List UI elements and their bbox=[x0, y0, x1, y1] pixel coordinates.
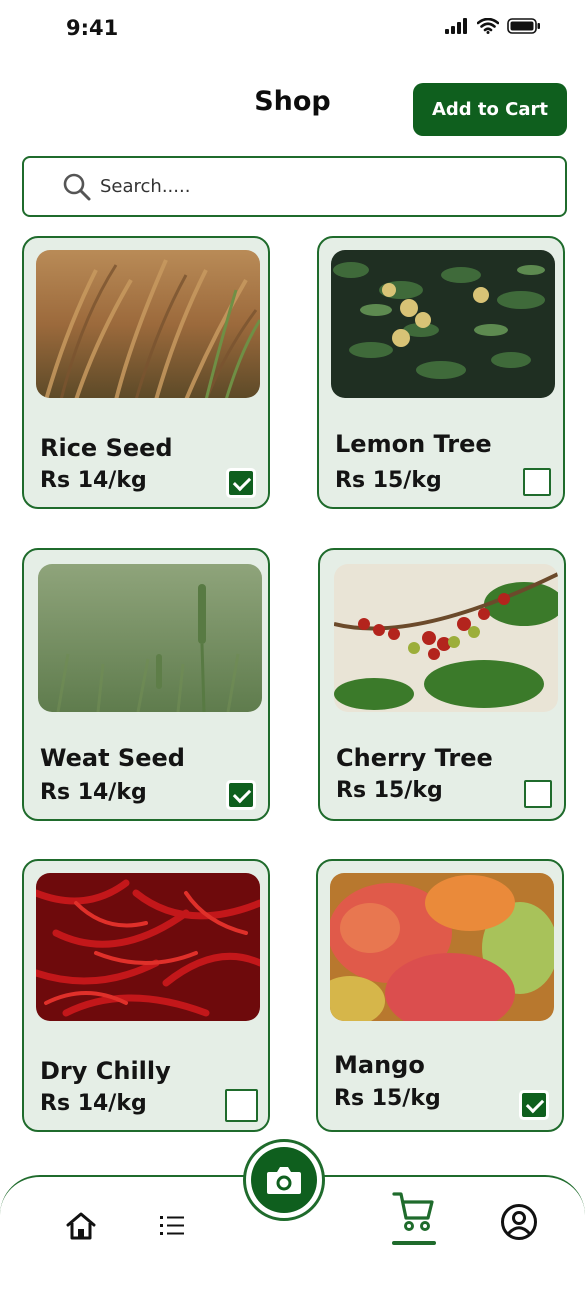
search-icon bbox=[63, 173, 91, 200]
product-select-checkbox[interactable] bbox=[225, 1089, 258, 1122]
product-price: Rs 15/kg bbox=[335, 468, 442, 493]
product-photo bbox=[36, 250, 260, 398]
product-select-checkbox[interactable] bbox=[229, 471, 253, 495]
product-card-weat-seed[interactable]: Weat Seed Rs 14/kg bbox=[22, 548, 270, 821]
product-price: Rs 14/kg bbox=[40, 468, 147, 493]
product-name: Weat Seed bbox=[40, 744, 185, 772]
product-name: Dry Chilly bbox=[40, 1057, 171, 1085]
list-icon bbox=[160, 1216, 184, 1235]
product-price: Rs 15/kg bbox=[334, 1086, 441, 1111]
status-bar: 9:41 bbox=[0, 0, 585, 58]
product-card-lemon-tree[interactable]: Lemon Tree Rs 15/kg bbox=[317, 236, 565, 509]
product-select-checkbox[interactable] bbox=[229, 783, 253, 807]
product-price: Rs 15/kg bbox=[336, 778, 443, 803]
nav-home[interactable] bbox=[63, 1208, 99, 1244]
product-select-checkbox[interactable] bbox=[523, 468, 551, 496]
product-photo bbox=[334, 564, 558, 712]
product-photo bbox=[38, 564, 262, 712]
search-input[interactable] bbox=[98, 175, 502, 198]
nav-list[interactable] bbox=[154, 1208, 190, 1244]
battery-icon bbox=[507, 18, 540, 34]
wifi-icon bbox=[477, 18, 499, 34]
signal-icon bbox=[445, 18, 467, 34]
product-price: Rs 14/kg bbox=[40, 1091, 147, 1116]
status-icons bbox=[445, 18, 541, 34]
profile-icon bbox=[501, 1204, 537, 1240]
camera-button-inner bbox=[251, 1147, 317, 1213]
camera-button[interactable] bbox=[243, 1139, 325, 1221]
camera-icon bbox=[267, 1167, 301, 1194]
product-photo bbox=[36, 873, 260, 1021]
product-card-rice-seed[interactable]: Rice Seed Rs 14/kg bbox=[22, 236, 270, 509]
status-time: 9:41 bbox=[66, 16, 119, 40]
product-select-checkbox[interactable] bbox=[522, 1093, 546, 1117]
product-card-mango[interactable]: Mango Rs 15/kg bbox=[316, 859, 564, 1132]
add-to-cart-button[interactable]: Add to Cart bbox=[413, 83, 567, 136]
product-name: Mango bbox=[334, 1051, 425, 1079]
product-photo bbox=[331, 250, 555, 398]
product-price: Rs 14/kg bbox=[40, 780, 147, 805]
nav-cart[interactable] bbox=[390, 1188, 438, 1236]
home-icon bbox=[66, 1212, 96, 1240]
product-name: Lemon Tree bbox=[335, 430, 492, 458]
product-name: Rice Seed bbox=[40, 434, 173, 462]
product-select-checkbox[interactable] bbox=[524, 780, 552, 808]
cart-icon bbox=[392, 1192, 434, 1231]
nav-active-indicator bbox=[392, 1241, 436, 1245]
product-card-cherry-tree[interactable]: Cherry Tree Rs 15/kg bbox=[318, 548, 566, 821]
product-card-dry-chilly[interactable]: Dry Chilly Rs 14/kg bbox=[22, 859, 270, 1132]
product-name: Cherry Tree bbox=[336, 744, 493, 772]
nav-profile[interactable] bbox=[499, 1202, 539, 1242]
product-photo bbox=[330, 873, 554, 1021]
search-box[interactable] bbox=[22, 156, 567, 217]
